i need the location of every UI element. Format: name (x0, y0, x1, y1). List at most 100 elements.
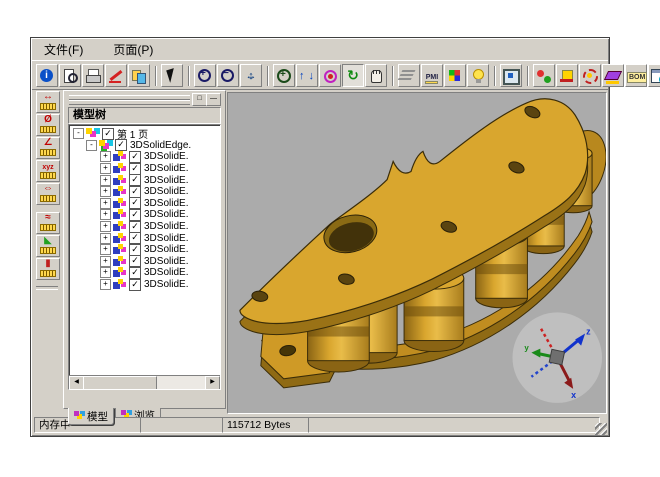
hand-pan-button[interactable] (365, 64, 387, 87)
tab-model-label: 模型 (87, 409, 108, 424)
tree-part-row[interactable]: + ✓ 3DSolidE. (100, 221, 220, 233)
checkbox-checked[interactable]: ✓ (129, 197, 141, 209)
orientation-gizmo[interactable]: z x y (512, 312, 602, 403)
checkbox-checked[interactable]: ✓ (102, 128, 114, 140)
expand-toggle[interactable]: + (100, 198, 111, 209)
checkbox-checked[interactable]: ✓ (129, 151, 141, 163)
pan-view-button[interactable] (240, 64, 262, 87)
checkbox-checked[interactable]: ✓ (115, 139, 127, 151)
checkbox-checked[interactable]: ✓ (129, 267, 141, 279)
tree-part-row[interactable]: + ✓ 3DSolidE. (100, 151, 220, 163)
printer-icon (84, 68, 102, 84)
checkbox-checked[interactable]: ✓ (129, 221, 141, 233)
tree-part-row[interactable]: + ✓ 3DSolidE. (100, 256, 220, 268)
zoom-out-button[interactable] (217, 64, 239, 87)
tree-root-row[interactable]: - ✓ 第 1 页 (73, 128, 220, 140)
zoom-dynamic-button[interactable] (296, 64, 318, 87)
bom-table-button[interactable] (648, 64, 660, 87)
expand-toggle[interactable]: + (100, 244, 111, 255)
measure-volume-button[interactable] (36, 258, 60, 280)
select-cursor-button[interactable] (161, 64, 183, 87)
resize-grip[interactable] (595, 423, 607, 435)
measure-curve-length-button[interactable] (36, 212, 60, 234)
pmi-button[interactable]: PMI (421, 64, 443, 87)
measure-coordinate-button[interactable] (36, 160, 60, 182)
measure-area-icon (39, 239, 57, 254)
checkbox-checked[interactable]: ✓ (129, 232, 141, 244)
panel-minimize-button[interactable]: — (206, 93, 221, 106)
expand-toggle[interactable]: + (100, 267, 111, 278)
snapshot-button[interactable] (500, 64, 522, 87)
expand-toggle[interactable]: + (100, 256, 111, 267)
tab-model[interactable]: 模型 (68, 408, 114, 425)
measure-toolbar (35, 91, 63, 417)
checkbox-checked[interactable]: ✓ (129, 255, 141, 267)
measure-min-distance-icon (39, 187, 57, 202)
collapse-toggle[interactable]: - (86, 140, 97, 151)
measure-distance-button[interactable] (36, 91, 60, 113)
menu-item[interactable]: 文件(F) (40, 40, 87, 59)
scroll-right-button[interactable]: ▶ (205, 376, 220, 390)
viewport-3d[interactable]: z x y (227, 92, 607, 414)
measure-angle-button[interactable] (36, 137, 60, 159)
panel-maximize-button[interactable]: □ (192, 93, 207, 106)
checkbox-checked[interactable]: ✓ (129, 163, 141, 175)
bom-button[interactable]: BOM (625, 64, 647, 87)
print-button[interactable] (82, 64, 104, 87)
tree-part-row[interactable]: + ✓ 3DSolidE. (100, 198, 220, 210)
toolbar-separator (186, 66, 192, 86)
tree-horizontal-scrollbar[interactable]: ◀ ▶ (69, 375, 220, 389)
scrollbar-thumb[interactable] (83, 376, 157, 390)
tree-assembly-row[interactable]: - ✓ 3DSolidEdge. (86, 140, 220, 152)
checkbox-checked[interactable]: ✓ (129, 279, 141, 291)
measure-area-button[interactable] (36, 235, 60, 257)
expand-toggle[interactable]: + (100, 163, 111, 174)
orbit-button[interactable] (319, 64, 341, 87)
tree-part-label: 3DSolidE. (144, 151, 188, 162)
layers-button[interactable] (398, 64, 420, 87)
tree-part-row[interactable]: + ✓ 3DSolidE. (100, 174, 220, 186)
checkbox-checked[interactable]: ✓ (129, 209, 141, 221)
rotate-button[interactable] (342, 64, 364, 87)
checkbox-checked[interactable]: ✓ (129, 244, 141, 256)
expand-toggle[interactable]: + (100, 279, 111, 290)
desktop: 文件(F) 页面(P) PMI (0, 0, 660, 477)
expand-toggle[interactable]: + (100, 175, 111, 186)
expand-toggle[interactable]: + (100, 209, 111, 220)
scroll-left-button[interactable]: ◀ (69, 376, 84, 390)
measure-radius-button[interactable] (36, 114, 60, 136)
expand-toggle[interactable]: + (100, 221, 111, 232)
tree-part-row[interactable]: + ✓ 3DSolidE. (100, 209, 220, 221)
model-3d-canvas[interactable]: z x y (228, 93, 606, 413)
expand-toggle[interactable]: + (100, 233, 111, 244)
materials-button[interactable] (533, 64, 555, 87)
print-preview-button[interactable] (59, 64, 81, 87)
explode-button[interactable] (579, 64, 601, 87)
collapse-toggle[interactable]: - (73, 128, 84, 139)
menu-item[interactable]: 页面(P) (109, 40, 157, 59)
markup-pen-button[interactable] (105, 64, 127, 87)
drag-gripper[interactable] (69, 100, 190, 105)
measure-volume-icon (39, 262, 57, 277)
move-part-button[interactable] (556, 64, 578, 87)
erase-markup-button[interactable] (602, 64, 624, 87)
measure-coordinate-icon (39, 164, 57, 179)
measure-min-distance-button[interactable] (36, 183, 60, 205)
checkbox-checked[interactable]: ✓ (129, 174, 141, 186)
export-pages-button[interactable] (128, 64, 150, 87)
view-cube-button[interactable] (444, 64, 466, 87)
checkbox-checked[interactable]: ✓ (129, 186, 141, 198)
tree-part-row[interactable]: + ✓ 3DSolidE. (100, 279, 220, 291)
zoom-window-button[interactable] (273, 64, 295, 87)
lighting-button[interactable] (467, 64, 489, 87)
tree-part-row[interactable]: + ✓ 3DSolidE. (100, 232, 220, 244)
info-button[interactable] (36, 64, 58, 87)
tree-part-row[interactable]: + ✓ 3DSolidE. (100, 244, 220, 256)
expand-toggle[interactable]: + (100, 186, 111, 197)
tree-part-row[interactable]: + ✓ 3DSolidE. (100, 267, 220, 279)
tree-part-row[interactable]: + ✓ 3DSolidE. (100, 163, 220, 175)
zoom-in-button[interactable] (194, 64, 216, 87)
tree-part-row[interactable]: + ✓ 3DSolidE. (100, 186, 220, 198)
expand-toggle[interactable]: + (100, 151, 111, 162)
tree-part-label: 3DSolidE. (144, 267, 188, 278)
